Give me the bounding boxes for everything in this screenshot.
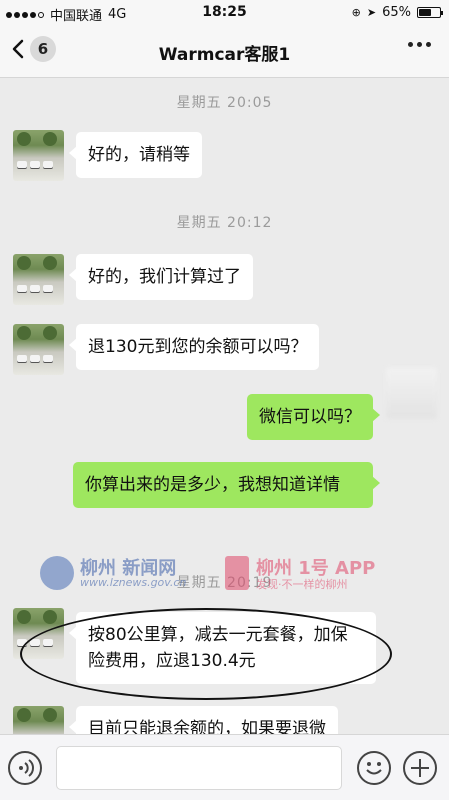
contact-avatar[interactable]: [13, 706, 64, 734]
news-watermark: 柳州 新闻网 www.lznews.gov.cn 柳州 1号 APP 发现·不一…: [40, 554, 420, 594]
my-avatar[interactable]: [386, 368, 437, 419]
status-right: ⊕ ➤ 65%: [351, 5, 443, 20]
smiley-face-icon: [366, 762, 382, 775]
plus-icon: [411, 759, 429, 777]
add-attachment-icon[interactable]: [403, 751, 437, 785]
hand-drawn-ellipse: [20, 608, 392, 700]
message-timestamp: 星期五 20:12: [176, 215, 273, 231]
watermark-url: www.lznews.gov.cn: [80, 576, 187, 589]
message-timestamp: 星期五 20:05: [176, 95, 273, 111]
message-bubble[interactable]: 好的，我们计算过了: [69, 254, 253, 300]
emoji-icon[interactable]: [357, 751, 391, 785]
chat-area[interactable]: 星期五 20:05 好的，请稍等 星期五 20:12 好的，我们计算过了 退13…: [0, 78, 449, 734]
message-bubble[interactable]: 微信可以吗？: [247, 394, 380, 440]
message-bubble[interactable]: 退130元到您的余额可以吗？: [68, 324, 320, 370]
battery-icon: [417, 7, 443, 18]
more-options-icon[interactable]: [408, 42, 431, 47]
news-logo: [40, 556, 74, 590]
status-bar: 中国联通 4G 18:25 ⊕ ➤ 65%: [0, 0, 449, 26]
location-arrow-icon: ➤: [366, 6, 377, 19]
orientation-lock-icon: ⊕: [351, 6, 361, 19]
message-input[interactable]: [56, 746, 342, 790]
message-bubble[interactable]: 好的，请稍等: [69, 132, 202, 178]
contact-avatar[interactable]: [13, 130, 64, 181]
app-logo: [225, 556, 249, 590]
message-bubble[interactable]: 目前只能退余额的，如果要退微: [69, 706, 338, 734]
watermark-slogan: 发现·不一样的柳州: [256, 578, 348, 591]
battery-percent: 65%: [382, 5, 411, 20]
nav-bar: 6 Warmcar客服1: [0, 26, 449, 78]
contact-avatar[interactable]: [13, 324, 64, 375]
voice-waves-icon: [19, 759, 34, 777]
chat-title: Warmcar客服1: [158, 45, 291, 65]
battery-fill: [419, 9, 432, 16]
input-bar: [0, 734, 449, 800]
message-bubble[interactable]: 你算出来的是多少，我想知道详情: [73, 462, 380, 508]
voice-input-icon[interactable]: [8, 751, 42, 785]
contact-avatar[interactable]: [13, 254, 64, 305]
